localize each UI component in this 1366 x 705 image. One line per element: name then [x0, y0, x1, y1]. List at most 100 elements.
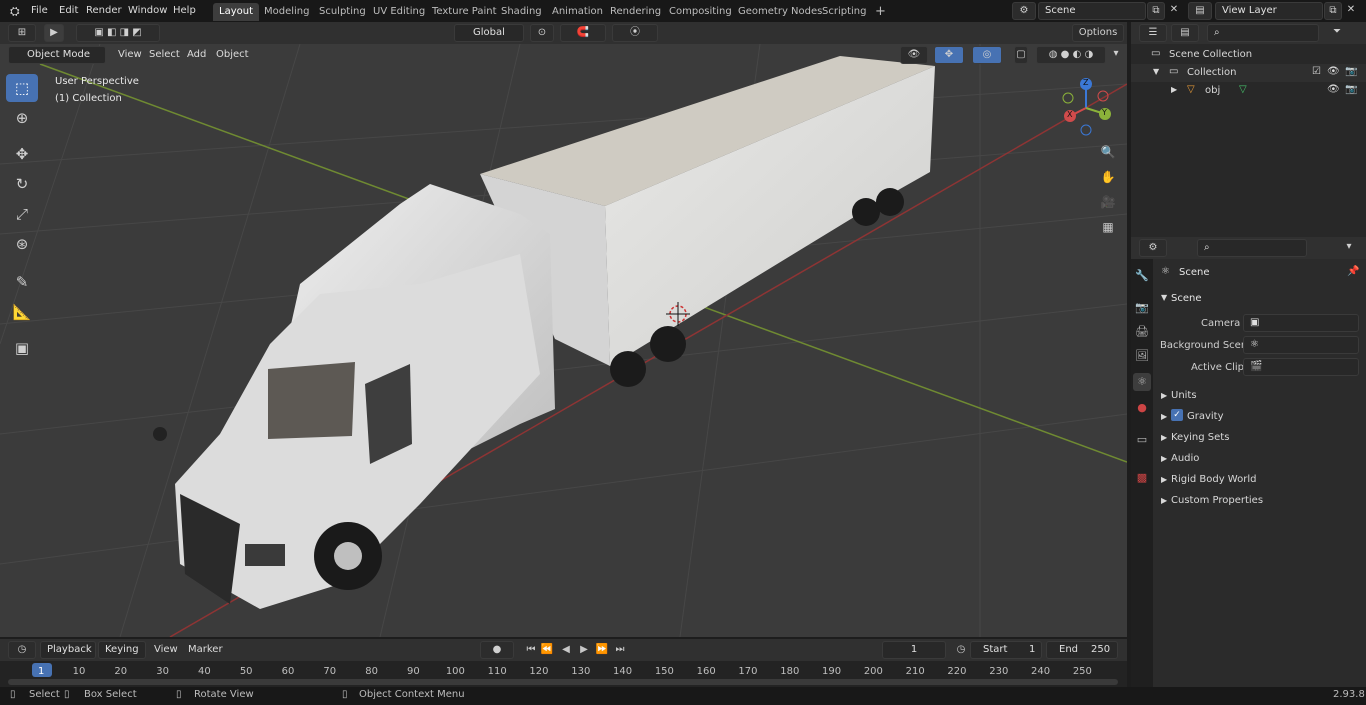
exclude-checkbox-icon[interactable]: ☑: [1312, 66, 1321, 77]
collection-render-icon[interactable]: 📷: [1345, 66, 1357, 77]
playback-dropdown[interactable]: Playback: [40, 641, 96, 659]
tab-sculpting[interactable]: Sculpting: [313, 3, 372, 21]
background-scene-field[interactable]: ⚛: [1243, 336, 1359, 354]
properties-editor-icon[interactable]: ⚙: [1139, 239, 1167, 257]
play-icon[interactable]: ▶: [575, 642, 593, 658]
editor-type-icon[interactable]: ⊞: [8, 24, 36, 42]
add-cube-tool-icon[interactable]: ▣: [6, 334, 38, 362]
add-workspace-icon[interactable]: +: [869, 3, 892, 21]
selection-mode-icons[interactable]: ▣ ◧ ◨ ◩: [76, 24, 160, 42]
gravity-checkbox[interactable]: ✓: [1171, 409, 1183, 421]
preview-range-icon[interactable]: ◷: [952, 642, 970, 658]
remove-scene-icon[interactable]: ✕: [1166, 2, 1182, 20]
tool-tab-icon[interactable]: 🔧: [1133, 267, 1151, 285]
shading-mode-icons[interactable]: ◍ ● ◐ ◑: [1036, 46, 1106, 64]
units-expand-icon[interactable]: ▶: [1161, 391, 1167, 400]
pivot-icon[interactable]: ⊙: [530, 24, 554, 42]
units-panel[interactable]: ▶ Units: [1153, 387, 1366, 407]
visibility-icon[interactable]: 👁: [900, 46, 928, 64]
keying-dropdown[interactable]: Keying: [98, 641, 146, 659]
gravity-panel[interactable]: ▶ ✓ Gravity: [1153, 408, 1366, 428]
menu-window[interactable]: Window: [124, 3, 171, 19]
texture-tab-icon[interactable]: ▩: [1133, 469, 1151, 487]
tab-rendering[interactable]: Rendering: [604, 3, 667, 21]
viewport-menu-add[interactable]: Add: [183, 47, 210, 63]
render-tab-icon[interactable]: 📷: [1133, 299, 1151, 317]
camera-field[interactable]: ▣: [1243, 314, 1359, 332]
end-frame-field[interactable]: End 250: [1046, 641, 1118, 659]
timeline-editor-icon[interactable]: ◷: [8, 641, 36, 659]
timeline-menu-marker[interactable]: Marker: [184, 642, 227, 658]
keying-sets-expand-icon[interactable]: ▶: [1161, 433, 1167, 442]
tab-layout[interactable]: Layout: [213, 3, 259, 21]
tab-texture-paint[interactable]: Texture Paint: [426, 3, 503, 21]
viewport-menu-view[interactable]: View: [114, 47, 146, 63]
tab-animation[interactable]: Animation: [546, 3, 609, 21]
output-tab-icon[interactable]: 🖨: [1133, 323, 1151, 341]
measure-tool-icon[interactable]: 📐: [6, 298, 38, 326]
scene-selector-icon[interactable]: ⚙: [1012, 2, 1036, 20]
scene-name-field[interactable]: Scene: [1038, 2, 1146, 20]
pin-icon[interactable]: 📌: [1347, 266, 1359, 277]
menu-help[interactable]: Help: [169, 3, 200, 19]
move-tool-icon[interactable]: ✥: [6, 140, 38, 168]
display-mode-icon[interactable]: ▤: [1171, 24, 1199, 42]
collection-tab-icon[interactable]: ▭: [1133, 431, 1151, 449]
proportional-edit-icon[interactable]: ⦿: [612, 24, 658, 42]
tool-select-icon[interactable]: ▶: [44, 24, 64, 42]
viewport-menu-select[interactable]: Select: [145, 47, 184, 63]
pan-hand-icon[interactable]: ✋: [1099, 169, 1117, 185]
viewport-menu-object[interactable]: Object: [212, 47, 253, 63]
outliner-row-scene-collection[interactable]: ▭ Scene Collection: [1131, 46, 1366, 64]
jump-end-icon[interactable]: ⏭: [611, 642, 629, 658]
new-view-layer-icon[interactable]: ⧉: [1324, 2, 1342, 20]
tab-modeling[interactable]: Modeling: [258, 3, 316, 21]
properties-search-input[interactable]: ⌕: [1197, 239, 1307, 257]
shading-dropdown-icon[interactable]: ▾: [1108, 46, 1124, 64]
timeline-menu-view[interactable]: View: [150, 642, 182, 658]
keying-sets-panel[interactable]: ▶ Keying Sets: [1153, 429, 1366, 449]
scene-panel-title[interactable]: Scene: [1171, 293, 1202, 304]
world-tab-icon[interactable]: ●: [1133, 399, 1151, 417]
annotate-tool-icon[interactable]: ✎: [6, 268, 38, 296]
audio-panel[interactable]: ▶ Audio: [1153, 450, 1366, 470]
rotate-tool-icon[interactable]: ↻: [6, 170, 38, 198]
audio-expand-icon[interactable]: ▶: [1161, 454, 1167, 463]
scale-tool-icon[interactable]: ⤢: [6, 200, 38, 228]
record-icon[interactable]: ●: [480, 641, 514, 659]
menu-file[interactable]: File: [27, 3, 52, 19]
blender-logo-icon[interactable]: ⛭: [6, 3, 24, 19]
new-scene-icon[interactable]: ⧉: [1147, 2, 1165, 20]
rigid-body-world-panel[interactable]: ▶ Rigid Body World: [1153, 471, 1366, 491]
tab-uv-editing[interactable]: UV Editing: [367, 3, 431, 21]
filter-icon[interactable]: ⏷: [1323, 24, 1351, 42]
orientation-dropdown[interactable]: Global: [454, 24, 524, 42]
zoom-icon[interactable]: 🔍: [1099, 144, 1117, 160]
scene-tab-icon[interactable]: ⚛: [1133, 373, 1151, 391]
view-layer-icon[interactable]: ▤: [1188, 2, 1212, 20]
outliner-search-input[interactable]: ⌕: [1207, 24, 1319, 42]
view-layer-field[interactable]: View Layer: [1215, 2, 1323, 20]
object-render-icon[interactable]: 📷: [1345, 84, 1357, 95]
custom-props-expand-icon[interactable]: ▶: [1161, 496, 1167, 505]
start-frame-field[interactable]: Start 1: [970, 641, 1042, 659]
truck-cab-model[interactable]: [153, 184, 555, 609]
outliner-editor-icon[interactable]: ☰: [1139, 24, 1167, 42]
outliner-row-collection[interactable]: ▼ ▭ Collection ☑ 👁 📷: [1131, 64, 1366, 82]
rigid-body-expand-icon[interactable]: ▶: [1161, 475, 1167, 484]
scene-panel-expand-icon[interactable]: ▼: [1161, 293, 1167, 302]
outliner-row-obj[interactable]: ▶ ▽ obj ▽ 👁 📷: [1131, 82, 1366, 100]
xray-icon[interactable]: ▢: [1014, 46, 1028, 64]
prev-keyframe-icon[interactable]: ⏪: [538, 642, 556, 658]
expand-object-icon[interactable]: ▶: [1171, 85, 1177, 94]
remove-view-layer-icon[interactable]: ✕: [1343, 2, 1359, 20]
snap-icon[interactable]: 🧲: [560, 24, 606, 42]
view-layer-tab-icon[interactable]: 🖼: [1133, 347, 1151, 365]
tab-scripting[interactable]: Scripting: [816, 3, 872, 21]
transform-tool-icon[interactable]: ⊛: [6, 230, 38, 258]
gravity-expand-icon[interactable]: ▶: [1161, 412, 1167, 421]
properties-options-icon[interactable]: ▾: [1339, 239, 1359, 257]
play-reverse-icon[interactable]: ◀: [557, 642, 575, 658]
navigation-gizmo[interactable]: Z Y X: [1058, 76, 1118, 136]
menu-render[interactable]: Render: [82, 3, 126, 19]
